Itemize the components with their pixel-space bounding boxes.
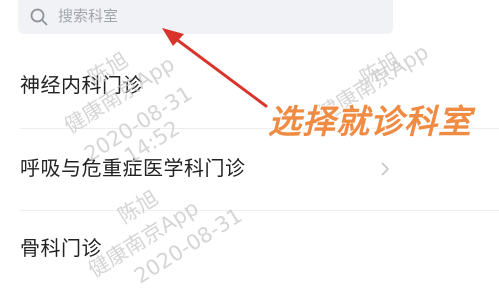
- department-label: 神经内科门诊: [20, 73, 143, 97]
- list-item-orthopedics[interactable]: 骨科门诊: [0, 222, 499, 282]
- department-label: 骨科门诊: [20, 236, 102, 260]
- list-item-respiratory[interactable]: 呼吸与危重症医学科门诊: [0, 140, 499, 200]
- divider: [20, 210, 499, 211]
- department-label: 呼吸与危重症医学科门诊: [20, 156, 246, 180]
- chevron-right-icon: [381, 162, 390, 176]
- annotation-text: 选择就诊科室: [268, 102, 472, 141]
